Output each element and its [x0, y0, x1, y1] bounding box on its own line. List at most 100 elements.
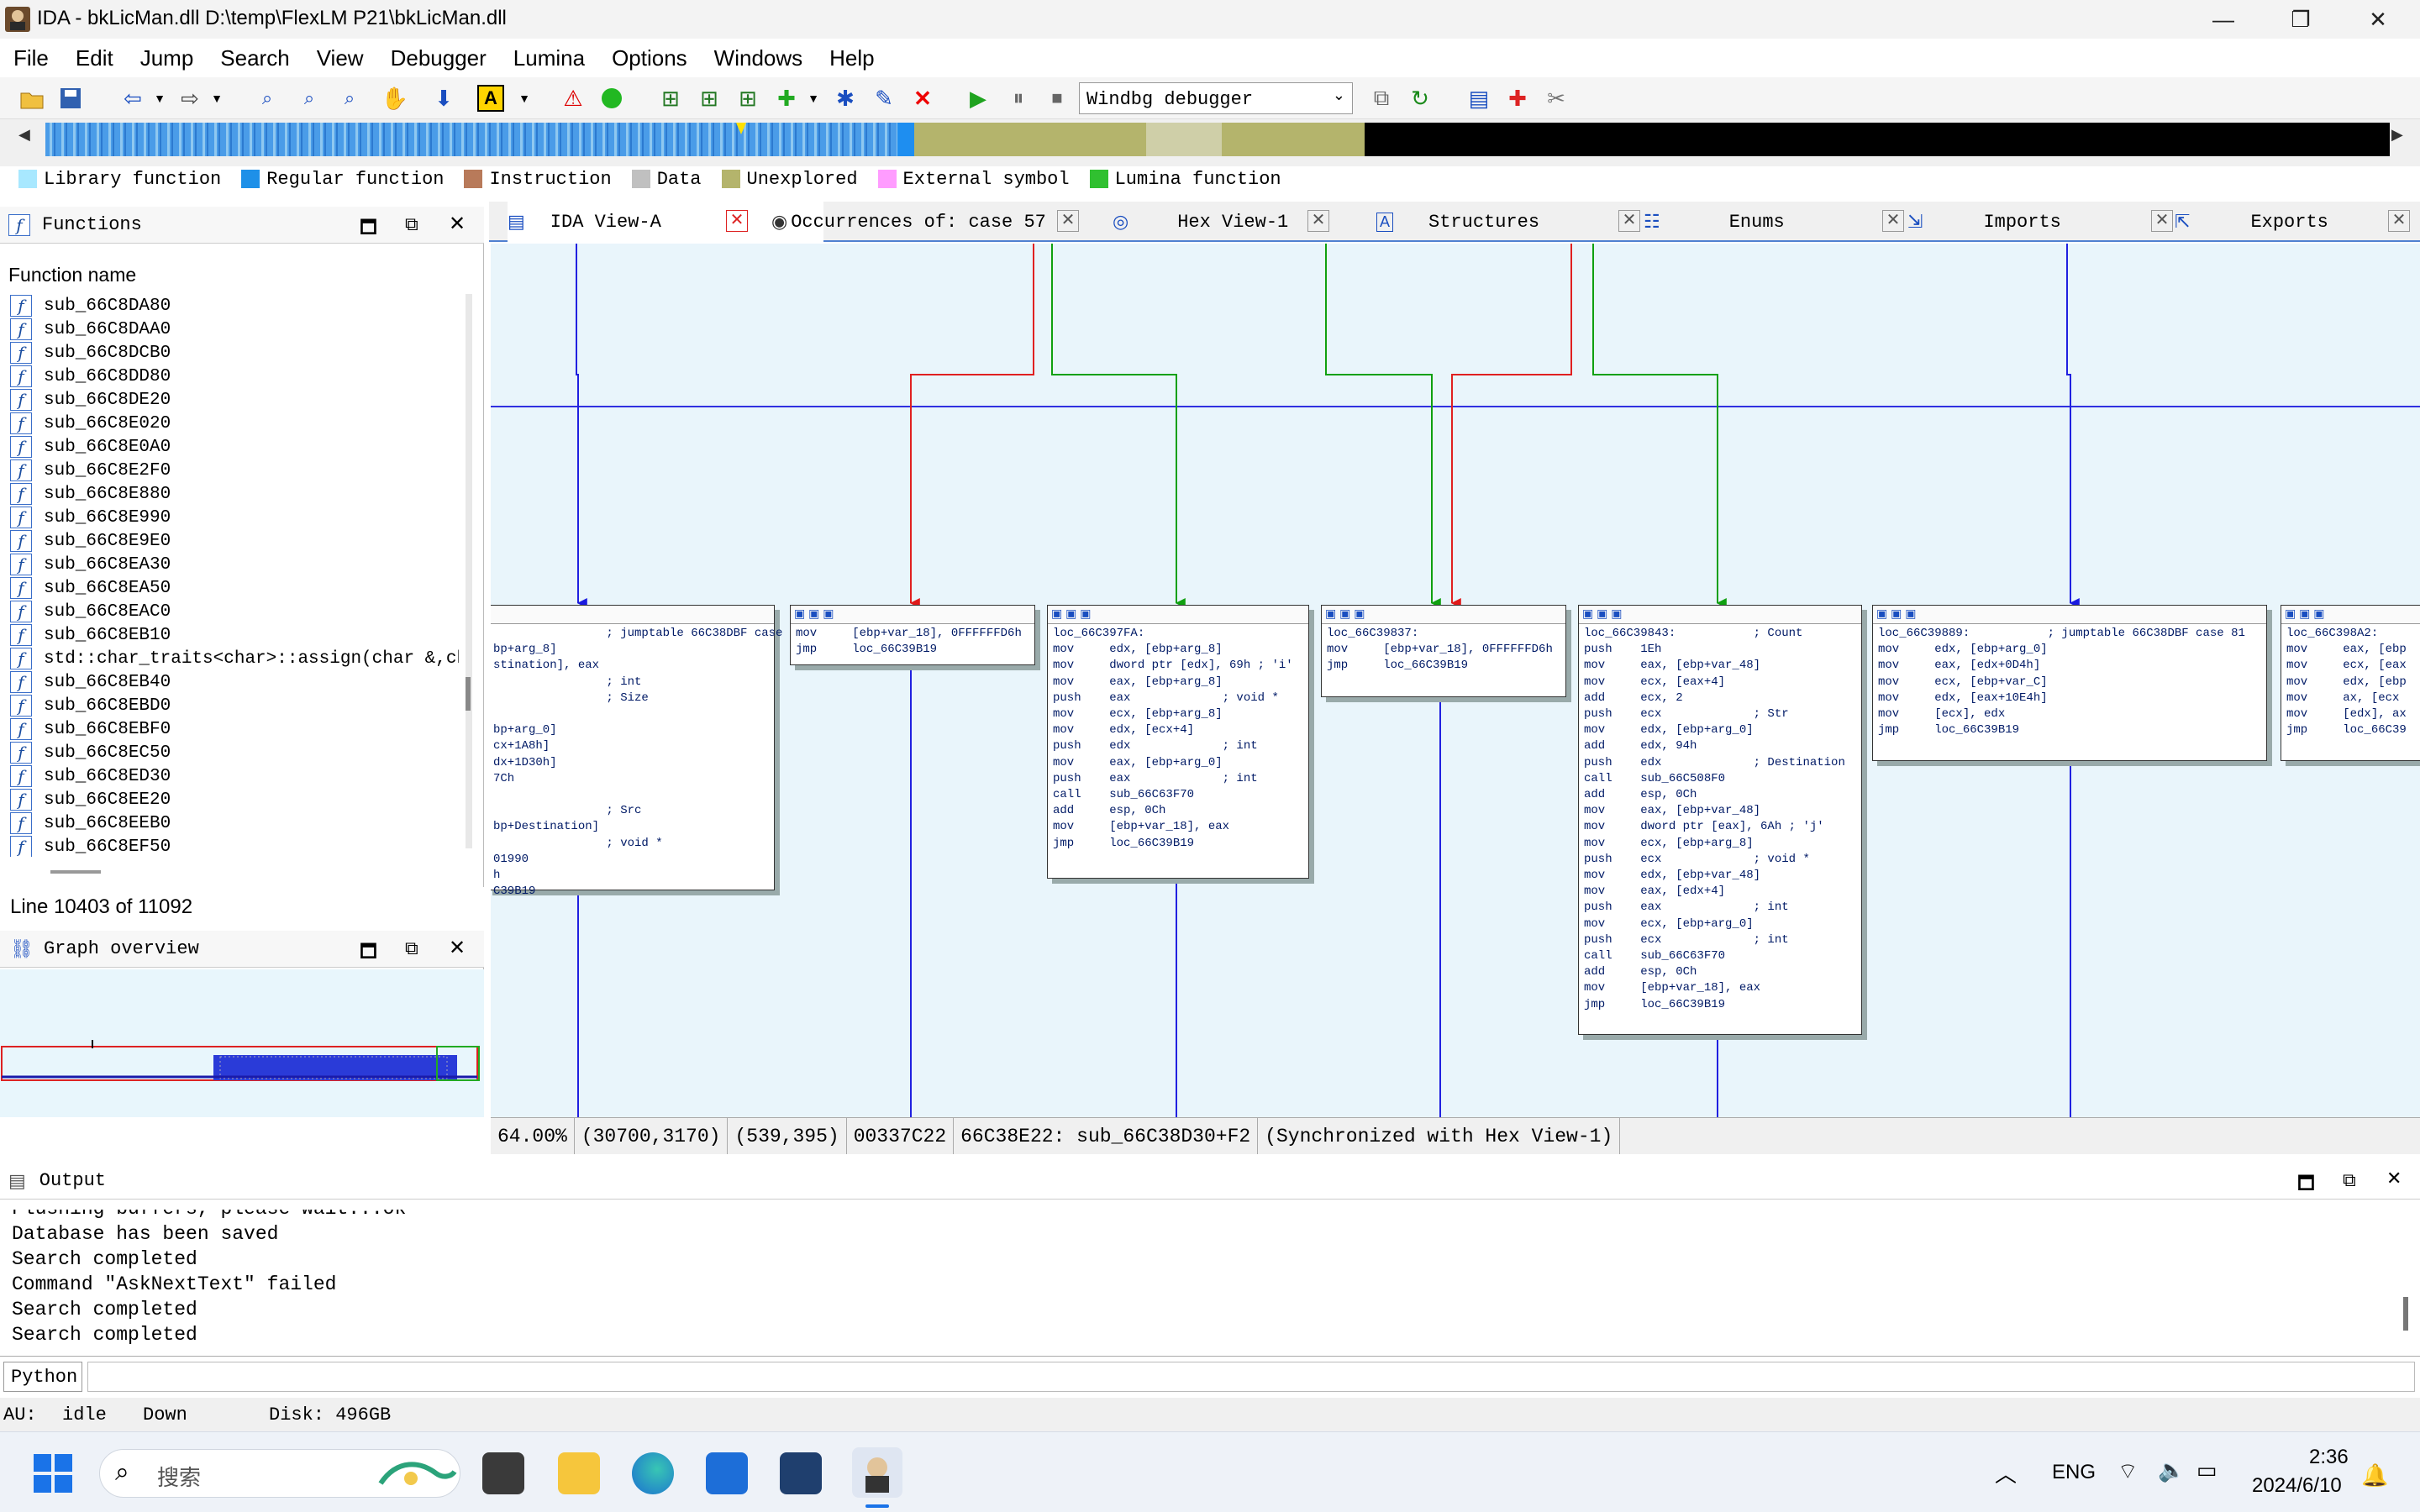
binoculars-imm-icon[interactable]: ⌕ — [334, 83, 365, 113]
code-block[interactable]: ▣ ▣ ▣ loc_66C397FA: mov edx, [ebp+arg_8]… — [1047, 605, 1309, 879]
function-list-item[interactable]: f sub_66C8DD80 — [10, 365, 171, 388]
pane-maximize-icon[interactable]: 🗖 — [360, 937, 377, 969]
function-list-item[interactable]: f sub_66C8E9E0 — [10, 529, 171, 553]
code-block[interactable]: ▣ ▣ ▣ loc_66C39837: mov [ebp+var_18], 0F… — [1321, 605, 1566, 697]
task-view-icon[interactable] — [482, 1452, 524, 1494]
tab-close-icon[interactable]: ✕ — [2388, 210, 2410, 232]
tab-imports[interactable]: ⇲ Imports ✕ — [1907, 202, 2175, 242]
forward-dropdown-icon[interactable]: ▼ — [202, 83, 232, 113]
jump-down-icon[interactable]: ⬇ — [429, 83, 459, 113]
function-list-item[interactable]: f sub_66C8EF50 — [10, 835, 171, 857]
function-list-item[interactable]: f sub_66C8DE20 — [10, 388, 171, 412]
code-block[interactable]: ▣ ▣ ▣ loc_66C398A2: mov eax, [ebp mov ec… — [2281, 605, 2420, 761]
add-code-icon[interactable]: ⊞ — [655, 83, 686, 113]
asterisk-icon[interactable]: ✱ — [830, 83, 860, 113]
tab-enums[interactable]: ☷ Enums ✕ — [1644, 202, 1911, 242]
green-dot-icon[interactable] — [597, 83, 627, 113]
python-language-button[interactable]: Python — [3, 1362, 82, 1392]
microsoft-store-icon[interactable] — [706, 1452, 748, 1494]
pause-icon[interactable]: ⏸ — [1003, 83, 1034, 113]
menu-view[interactable]: View — [303, 45, 377, 71]
pane-maximize-icon[interactable]: 🗖 — [360, 213, 377, 245]
menu-lumina[interactable]: Lumina — [500, 45, 598, 71]
battery-icon[interactable]: ▭ — [2196, 1457, 2217, 1483]
function-list-item[interactable]: f std::char_traits<char>::assign(char &,c… — [10, 647, 459, 670]
graph-overview-canvas[interactable] — [0, 969, 484, 1117]
breakpoint-list-icon[interactable]: ▤ — [1464, 83, 1494, 113]
tab-close-icon[interactable]: ✕ — [1057, 210, 1079, 232]
nav-left-arrow-icon[interactable]: ◀ — [18, 126, 30, 144]
menu-debugger[interactable]: Debugger — [377, 45, 500, 71]
tab-structures[interactable]: A Structures ✕ — [1376, 202, 1644, 242]
back-dropdown-icon[interactable]: ▼ — [145, 83, 175, 113]
binoculars-text-icon[interactable]: ⌕ — [252, 83, 282, 113]
pane-close-icon[interactable]: ✕ — [449, 212, 466, 236]
back-arrow-icon[interactable]: ⇦ — [118, 83, 148, 113]
function-list-item[interactable]: f sub_66C8EB40 — [10, 670, 171, 694]
edge-browser-icon[interactable] — [632, 1452, 674, 1494]
function-list-item[interactable]: f sub_66C8EEB0 — [10, 811, 171, 835]
function-list-item[interactable]: f sub_66C8DCB0 — [10, 341, 171, 365]
function-list[interactable]: f sub_66C8DA80 f sub_66C8DAA0 f sub_66C8DCB0 f… — [0, 294, 459, 857]
tools-icon[interactable]: ✂ — [1541, 83, 1571, 113]
output-scrollbar[interactable] — [2403, 1297, 2408, 1331]
ida-taskbar-icon[interactable] — [852, 1447, 902, 1498]
function-list-item[interactable]: f sub_66C8DA80 — [10, 294, 171, 318]
add-string-icon[interactable]: ⊞ — [733, 83, 763, 113]
menu-jump[interactable]: Jump — [127, 45, 208, 71]
function-name-column-header[interactable]: Function name — [8, 264, 136, 286]
tray-overflow-icon[interactable]: ︿ — [1995, 1457, 2017, 1488]
function-list-item[interactable]: f sub_66C8EBF0 — [10, 717, 171, 741]
tab-close-icon[interactable]: ✕ — [1307, 210, 1329, 232]
function-list-item[interactable]: f sub_66C8EA50 — [10, 576, 171, 600]
file-explorer-icon[interactable] — [558, 1452, 600, 1494]
pane-maximize-icon[interactable]: 🗖 — [2297, 1169, 2315, 1201]
navigation-band[interactable]: ◀ ▶ — [0, 119, 2420, 166]
wifi-icon[interactable]: ⌔ — [2118, 1457, 2138, 1485]
font-color-icon[interactable]: A — [477, 85, 504, 112]
function-list-scrollbar[interactable] — [466, 294, 472, 848]
code-block[interactable]: ▣ ▣ ▣ mov [ebp+var_18], 0FFFFFFD6h jmp l… — [790, 605, 1035, 665]
clock-time[interactable]: 2:36 — [2309, 1446, 2349, 1469]
delete-icon[interactable]: ✕ — [908, 83, 938, 113]
menu-search[interactable]: Search — [207, 45, 302, 71]
add-dropdown-icon[interactable]: ▼ — [798, 83, 829, 113]
function-list-item[interactable]: f sub_66C8EC50 — [10, 741, 171, 764]
menu-windows[interactable]: Windows — [701, 45, 816, 71]
notification-bell-icon[interactable]: 🔔 — [2361, 1462, 2388, 1488]
function-list-item[interactable]: f sub_66C8EA30 — [10, 553, 171, 576]
volume-icon[interactable]: 🔈 — [2158, 1457, 2185, 1483]
code-block[interactable]: ; jumptable 66C38DBF case 47 bp+arg_8] s… — [491, 605, 804, 898]
tab-close-icon[interactable]: ✕ — [1618, 210, 1640, 232]
code-block[interactable]: ▣ ▣ ▣ loc_66C39889: ; jumptable 66C38DBF… — [1872, 605, 2267, 761]
binoculars-binary-icon[interactable]: ⌕ — [294, 83, 324, 113]
warning-icon[interactable]: ⚠ — [558, 83, 588, 113]
menu-file[interactable]: File — [0, 45, 62, 71]
maximize-button[interactable]: ❐ — [2262, 0, 2339, 39]
hand-icon[interactable]: ✋ — [380, 83, 410, 113]
pane-close-icon[interactable]: ✕ — [2386, 1168, 2402, 1189]
pane-float-icon[interactable]: ⧉ — [405, 937, 418, 959]
input-language[interactable]: ENG — [2052, 1461, 2096, 1484]
menu-help[interactable]: Help — [816, 45, 887, 71]
run-icon[interactable]: ▶ — [963, 83, 993, 113]
tab-close-icon[interactable]: ✕ — [1882, 210, 1904, 232]
clock-date[interactable]: 2024/6/10 — [2252, 1474, 2342, 1498]
command-input[interactable] — [87, 1362, 2415, 1392]
tab-close-icon[interactable]: ✕ — [2151, 210, 2173, 232]
pen-app-icon[interactable] — [780, 1452, 822, 1494]
function-list-item[interactable]: f sub_66C8E880 — [10, 482, 171, 506]
function-list-item[interactable]: f sub_66C8EB10 — [10, 623, 171, 647]
add-data-icon[interactable]: ⊞ — [694, 83, 724, 113]
menu-edit[interactable]: Edit — [62, 45, 127, 71]
tab-hex-view[interactable]: ◎ Hex View-1 ✕ — [1113, 202, 1380, 242]
function-list-item[interactable]: f sub_66C8ED30 — [10, 764, 171, 788]
pane-float-icon[interactable]: ⧉ — [405, 213, 418, 235]
function-list-item[interactable]: f sub_66C8E0A0 — [10, 435, 171, 459]
forward-arrow-icon[interactable]: ⇨ — [175, 83, 205, 113]
nav-right-arrow-icon[interactable]: ▶ — [2391, 126, 2403, 144]
add-breakpoint-icon[interactable]: ✚ — [1502, 83, 1533, 113]
close-window-button[interactable]: ✕ — [2339, 0, 2417, 39]
open-folder-icon[interactable] — [17, 83, 47, 113]
function-list-item[interactable]: f sub_66C8DAA0 — [10, 318, 171, 341]
